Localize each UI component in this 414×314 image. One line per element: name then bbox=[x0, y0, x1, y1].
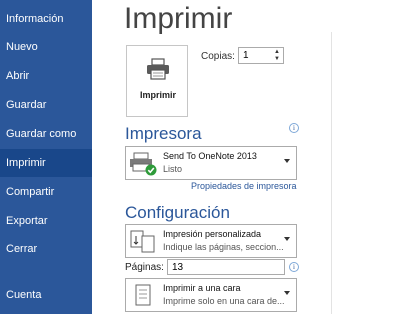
print-button-label: Imprimir bbox=[139, 90, 176, 100]
printer-heading: Impresora bbox=[125, 124, 202, 143]
nav-item-guardar-como[interactable]: Guardar como bbox=[0, 120, 92, 148]
print-range-dropdown[interactable]: Impresión personalizada Indique las pági… bbox=[125, 224, 297, 258]
custom-pages-icon bbox=[130, 230, 155, 253]
print-sides-main: Imprimir a una cara bbox=[163, 283, 241, 293]
nav-item-cuenta[interactable]: Cuenta bbox=[0, 281, 92, 309]
print-button[interactable]: Imprimir bbox=[126, 45, 188, 117]
pages-input[interactable]: 13 bbox=[167, 259, 285, 275]
settings-heading: Configuración bbox=[125, 203, 230, 222]
chevron-down-icon bbox=[284, 291, 290, 295]
printer-icon bbox=[147, 58, 169, 80]
backstage-sidebar: Información Nuevo Abrir Guardar Guardar … bbox=[0, 0, 92, 314]
nav-item-nuevo[interactable]: Nuevo bbox=[0, 33, 92, 61]
pages-info-icon[interactable]: i bbox=[289, 262, 299, 272]
nav-item-guardar[interactable]: Guardar bbox=[0, 91, 92, 119]
pages-value: 13 bbox=[172, 262, 184, 273]
nav-item-informacion[interactable]: Información bbox=[0, 5, 92, 33]
printer-properties-link[interactable]: Propiedades de impresora bbox=[191, 181, 297, 191]
page-title: Imprimir bbox=[124, 2, 233, 35]
nav-item-compartir[interactable]: Compartir bbox=[0, 178, 92, 206]
nav-item-cerrar[interactable]: Cerrar bbox=[0, 235, 92, 263]
nav-item-abrir[interactable]: Abrir bbox=[0, 62, 92, 90]
chevron-down-icon bbox=[284, 237, 290, 241]
spin-down-icon[interactable]: ▼ bbox=[273, 56, 281, 62]
print-panel: Imprimir Imprimir Copias: 1 ▲ ▼ Impresor… bbox=[92, 0, 414, 314]
pages-label: Páginas: bbox=[125, 262, 164, 273]
printer-status: Listo bbox=[163, 164, 183, 174]
preview-divider bbox=[331, 32, 332, 314]
copies-value: 1 bbox=[243, 50, 249, 61]
print-range-sub: Indique las páginas, seccion... bbox=[163, 242, 284, 252]
print-sides-sub: Imprime solo en una cara de... bbox=[163, 296, 285, 306]
printer-dropdown[interactable]: Send To OneNote 2013 Listo bbox=[125, 146, 297, 180]
nav-item-exportar[interactable]: Exportar bbox=[0, 207, 92, 235]
copies-label: Copias: bbox=[201, 51, 235, 62]
printer-onenote-icon bbox=[130, 152, 157, 176]
spin-up-icon[interactable]: ▲ bbox=[273, 49, 281, 55]
print-sides-dropdown[interactable]: Imprimir a una cara Imprime solo en una … bbox=[125, 278, 297, 312]
chevron-down-icon bbox=[284, 159, 290, 163]
nav-item-imprimir[interactable]: Imprimir bbox=[0, 149, 92, 177]
printer-name: Send To OneNote 2013 bbox=[163, 151, 257, 161]
print-range-main: Impresión personalizada bbox=[163, 229, 262, 239]
copies-stepper[interactable]: 1 ▲ ▼ bbox=[238, 47, 284, 64]
single-sided-icon bbox=[135, 284, 151, 306]
printer-info-icon[interactable]: i bbox=[289, 123, 299, 133]
